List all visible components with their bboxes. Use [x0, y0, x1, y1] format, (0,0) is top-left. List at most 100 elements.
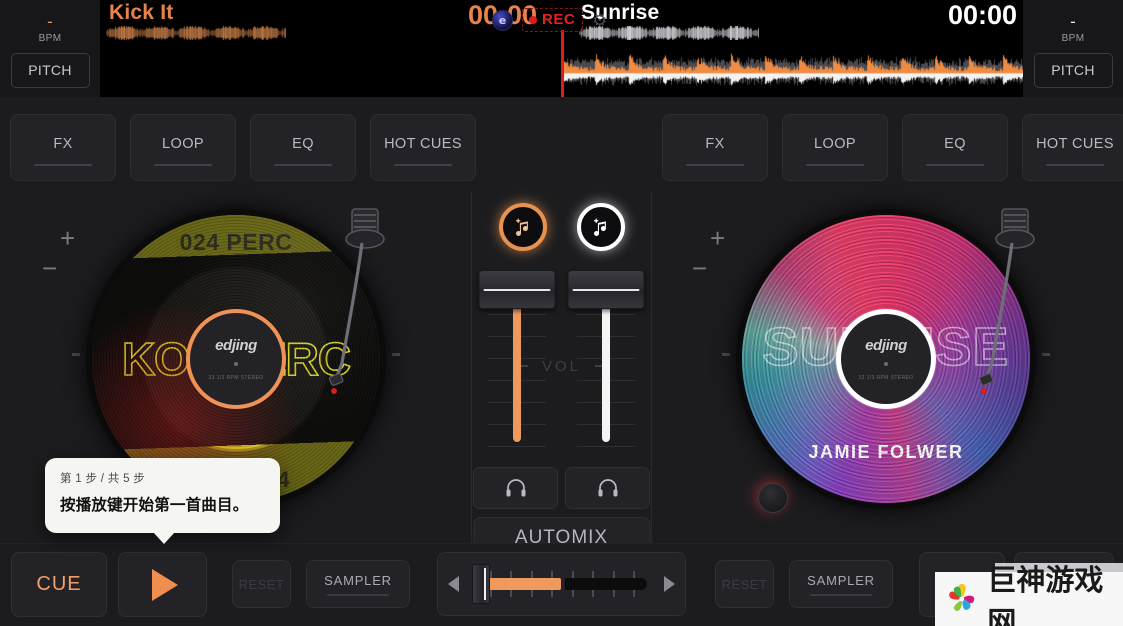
music-note-add-icon [593, 218, 606, 236]
right-label-brand: edjing [865, 337, 907, 354]
header-bar: - BPM PITCH Kick It 00:00 Sunrise 00:00 … [0, 0, 1123, 97]
right-bpm-panel: - BPM PITCH [1023, 0, 1123, 97]
left-bpm-label: BPM [38, 32, 62, 44]
right-spindle-hole [884, 362, 888, 366]
pad-underline [274, 164, 332, 166]
right-time-display: 00:00 [947, 0, 1017, 30]
right-center-label: edjing 33 1/3 RPM STEREO [836, 309, 936, 409]
watermark: 巨神游戏网 [935, 565, 1123, 626]
crossfader-bar-a [482, 578, 561, 590]
left-label-meta: 33 1/3 RPM STEREO [208, 375, 264, 381]
right-bpm-label: BPM [1061, 32, 1085, 44]
right-sampler-label: SAMPLER [807, 572, 875, 588]
right-pad-fx[interactable]: FX [662, 114, 768, 181]
headphone-icon [506, 479, 525, 497]
left-pad-fx-label: FX [53, 136, 73, 152]
left-pad-eq-label: EQ [292, 136, 314, 152]
fader-a-handle[interactable] [478, 270, 556, 309]
left-pad-hot-cues-label: HOT CUES [384, 136, 462, 152]
pad-underline [34, 164, 92, 166]
right-pad-fx-label: FX [705, 136, 725, 152]
volume-fader-b[interactable] [567, 270, 645, 470]
load-deck-a-button[interactable] [498, 203, 547, 251]
pad-underline [1046, 164, 1104, 166]
play-triangle-icon [152, 568, 178, 601]
crossfader-track[interactable] [472, 564, 647, 604]
headphone-icon [598, 479, 617, 497]
volume-fader-zone: VOL [472, 270, 651, 470]
gear-icon[interactable]: ⚙ [592, 12, 607, 29]
record-button[interactable]: REC [522, 8, 584, 32]
left-pad-eq[interactable]: EQ [250, 114, 356, 181]
left-tick-marker [722, 353, 730, 356]
left-center-label: edjing 33 1/3 RPM STEREO [186, 309, 286, 409]
left-play-button[interactable] [118, 552, 207, 617]
crossfader-handle[interactable] [472, 564, 490, 604]
left-pad-hot-cues[interactable]: HOT CUES [370, 114, 476, 181]
left-bpm-value: - [47, 11, 53, 31]
record-dot-icon [529, 15, 537, 24]
left-pad-fx[interactable]: FX [10, 114, 116, 181]
deck-load-row [472, 203, 651, 251]
fader-a-line [513, 302, 521, 442]
onboarding-tooltip[interactable]: 第 1 步 / 共 5 步 按播放键开始第一首曲目。 [45, 458, 280, 544]
crossfader[interactable] [437, 552, 686, 616]
fader-b-handle[interactable] [567, 270, 645, 309]
left-sampler-button[interactable]: SAMPLER [306, 560, 410, 608]
left-sampler-label: SAMPLER [324, 572, 392, 588]
left-tonearm-icon [328, 208, 385, 394]
right-pitch-button[interactable]: PITCH [1033, 52, 1113, 88]
pad-underline [806, 164, 864, 166]
right-pitch-minus-icon[interactable]: − [692, 253, 707, 284]
left-pad-loop-label: LOOP [162, 136, 204, 152]
left-pitch-minus-icon[interactable]: − [42, 253, 57, 284]
left-pad-row: FX LOOP EQ HOT CUES [10, 114, 476, 181]
right-pad-eq-label: EQ [944, 136, 966, 152]
left-cue-button[interactable]: CUE [11, 552, 107, 617]
right-pad-eq[interactable]: EQ [902, 114, 1008, 181]
left-pad-loop[interactable]: LOOP [130, 114, 236, 181]
dj-app-root: - BPM PITCH Kick It 00:00 Sunrise 00:00 … [0, 0, 1123, 626]
left-spindle-hole [234, 362, 238, 366]
header-center-controls: e REC ⚙ [492, 8, 607, 32]
headphone-cue-b-button[interactable] [565, 467, 650, 509]
right-sampler-button[interactable]: SAMPLER [789, 560, 893, 608]
volume-fader-a[interactable] [478, 270, 556, 470]
load-deck-b-button[interactable] [576, 203, 625, 251]
sampler-underline [810, 594, 872, 596]
right-deck-knob[interactable] [758, 483, 788, 513]
left-bpm-panel: - BPM PITCH [0, 0, 100, 97]
watermark-text: 巨神游戏网 [987, 565, 1104, 626]
right-reset-button[interactable]: RESET [715, 560, 774, 608]
left-pitch-button[interactable]: PITCH [10, 52, 90, 88]
right-pitch-plus-icon[interactable]: + [710, 223, 725, 254]
right-pad-hot-cues[interactable]: HOT CUES [1022, 114, 1123, 181]
right-deck-panel: FX LOOP EQ HOT CUES + − edjing 33 1/3 RP… [652, 97, 1123, 543]
pad-underline [686, 164, 744, 166]
left-pitch-plus-icon[interactable]: + [60, 223, 75, 254]
pad-underline [926, 164, 984, 166]
pad-underline [154, 164, 212, 166]
music-note-add-icon [515, 218, 528, 236]
right-pad-loop[interactable]: LOOP [782, 114, 888, 181]
headphone-cue-a-button[interactable] [473, 467, 558, 509]
left-reset-button[interactable]: RESET [232, 560, 291, 608]
tooltip-body-text: 按播放键开始第一首曲目。 [60, 497, 249, 514]
pad-underline [394, 164, 452, 166]
right-pad-row: FX LOOP EQ HOT CUES [662, 114, 1123, 181]
crossfader-bar-b [564, 578, 647, 590]
caret-left-icon[interactable] [448, 576, 459, 592]
right-deck-header: Sunrise 00:00 [561, 0, 1023, 97]
caret-right-icon[interactable] [664, 576, 675, 592]
right-turntable[interactable]: + − SUNRISE JAMIE FOLWER edjing 33 1/3 R… [692, 208, 1050, 513]
fader-b-line [602, 302, 610, 442]
headphone-cue-row [472, 467, 651, 509]
left-mini-waveform [106, 26, 286, 40]
edjing-logo-icon[interactable]: e [492, 9, 513, 31]
right-waveform[interactable] [561, 50, 1023, 97]
left-tick-marker [72, 353, 80, 356]
left-waveform[interactable] [100, 50, 561, 97]
playhead-marker [561, 30, 564, 97]
right-pad-hot-cues-label: HOT CUES [1036, 136, 1114, 152]
right-pad-loop-label: LOOP [814, 136, 856, 152]
